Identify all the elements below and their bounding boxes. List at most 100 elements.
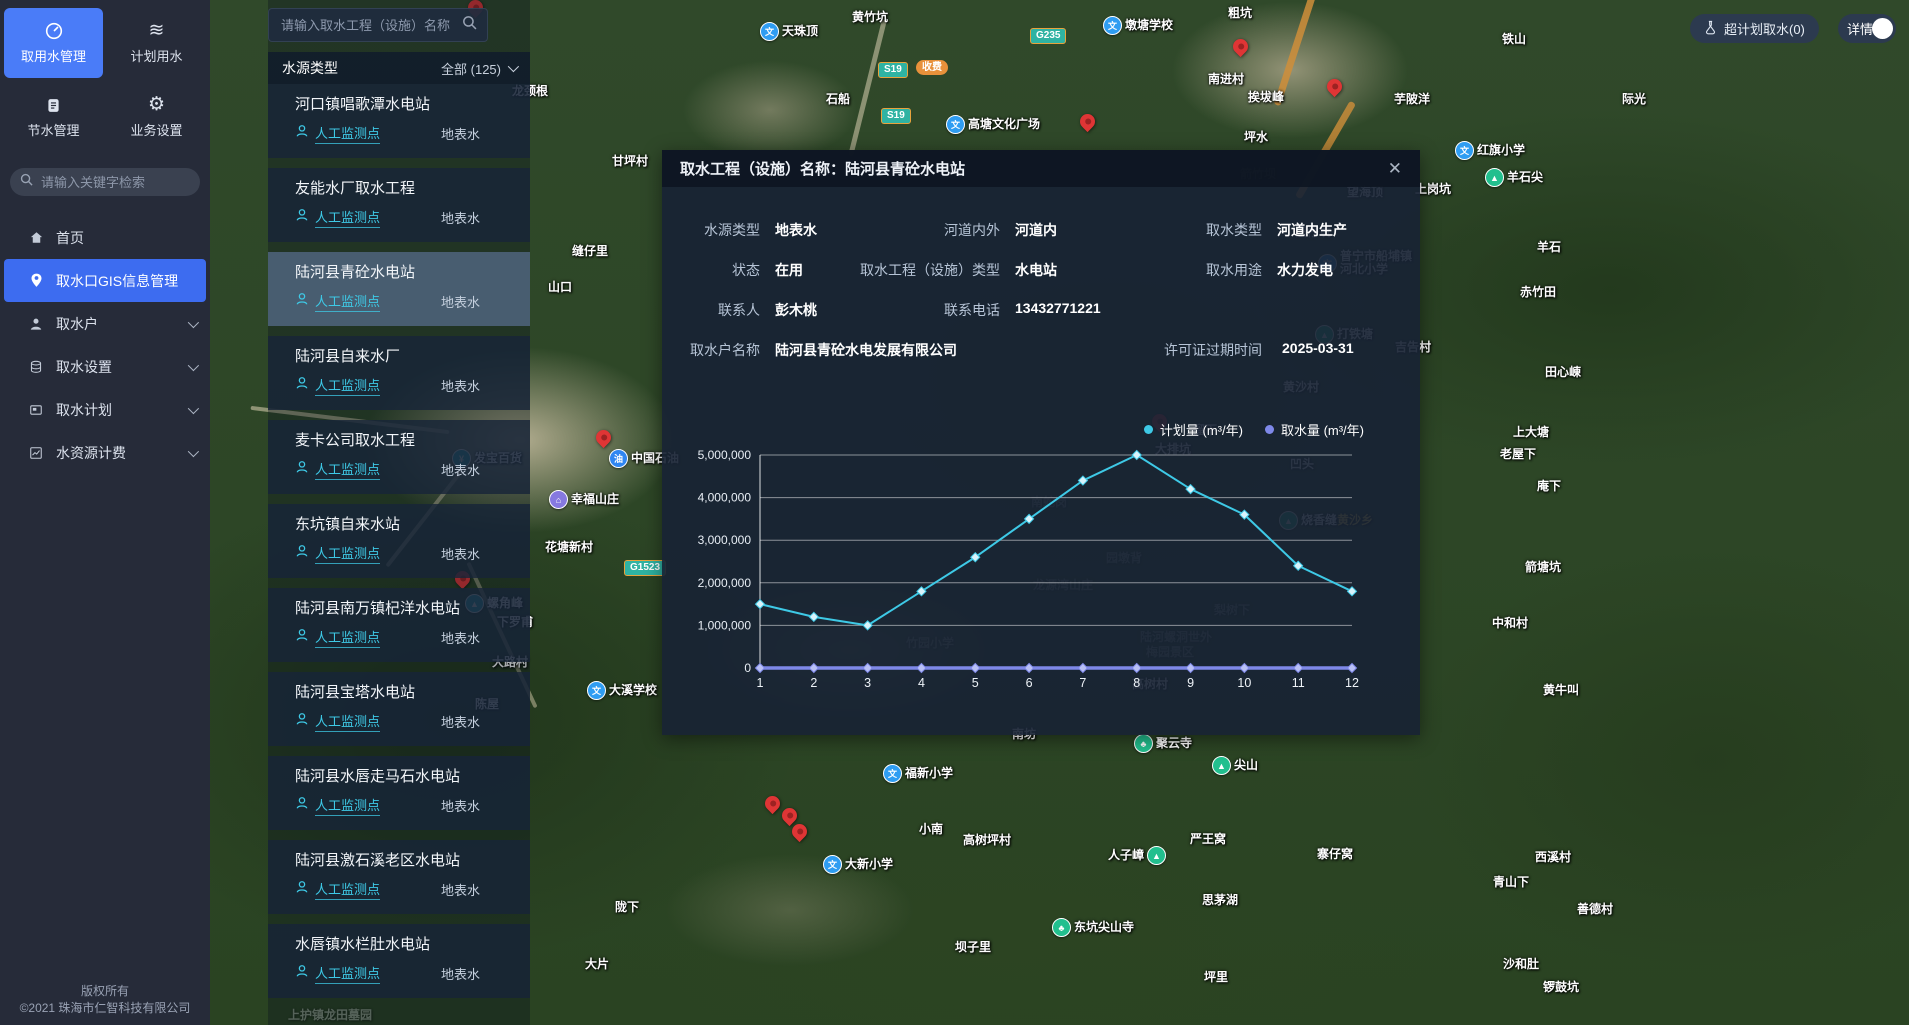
tile-business-settings[interactable]: ⚙ 业务设置 [107,82,206,152]
map-place-label: 小南 [919,820,943,837]
person-icon [295,712,309,731]
road-badge: G1523 [624,560,666,576]
list-item[interactable]: 陆河县宝塔水电站人工监测点地表水 [268,672,530,746]
filter-select[interactable]: 全部 (125) [441,59,516,78]
list-item[interactable]: 麦卡公司取水工程人工监测点地表水 [268,420,530,494]
sidebar-search [10,168,200,196]
svg-text:7: 7 [1079,676,1086,690]
map-place-label: 山口 [548,278,572,295]
sidebar-item-intake-settings[interactable]: 取水设置 [0,345,210,388]
station-name: 陆河县水唇走马石水电站 [295,768,516,786]
resort-icon: ⌂ [549,490,568,509]
monitor-point-link[interactable]: 人工监测点 [315,879,380,900]
school-icon: 文 [1103,16,1122,35]
monitor-point-link[interactable]: 人工监测点 [315,963,380,984]
red-pin-marker[interactable] [762,793,783,814]
monitor-point-link[interactable]: 人工监测点 [315,123,380,144]
red-pin-marker[interactable] [1077,111,1098,132]
svg-text:9: 9 [1187,676,1194,690]
monitor-point-link[interactable]: 人工监测点 [315,375,380,396]
school-marker[interactable]: 文红旗小学 [1455,141,1525,160]
station-name: 东坑镇自来水站 [295,516,516,534]
tile-label: 取用水管理 [21,46,86,65]
red-pin-marker[interactable] [1230,36,1251,57]
detail-toggle[interactable]: 详情 [1838,14,1896,43]
marker-label: 聚云寺 [1156,737,1192,750]
chevron-down-icon [188,445,199,456]
monitor-point-link[interactable]: 人工监测点 [315,627,380,648]
search-icon[interactable] [462,15,477,35]
station-name: 河口镇唱歌潭水电站 [295,96,516,114]
temple-marker[interactable]: ♣东坑尖山寺 [1052,918,1134,937]
monitor-point-link[interactable]: 人工监测点 [315,207,380,228]
list-item[interactable]: 友能水厂取水工程人工监测点地表水 [268,168,530,242]
sidebar-item-water-users[interactable]: 取水户 [0,302,210,345]
over-plan-intake-button[interactable]: 超计划取水(0) [1690,14,1819,43]
svg-text:4,000,000: 4,000,000 [698,491,752,505]
sidebar-search-input[interactable] [39,174,190,191]
water-source-type: 地表水 [441,628,516,647]
svg-text:4: 4 [918,676,925,690]
peak-marker[interactable]: ▲羊石尖 [1485,168,1543,187]
list-item[interactable]: 陆河县水唇走马石水电站人工监测点地表水 [268,756,530,830]
over-plan-label: 超计划取水(0) [1724,19,1805,38]
map-place-label: 坝子里 [955,938,991,955]
monitor-point-link[interactable]: 人工监测点 [315,711,380,732]
peak-marker[interactable]: 人子嶂▲ [1108,846,1166,865]
app-root: 黄竹坑龙颈根石船甘坪村缝仔里山口粗坑铁山南进村挨坺峰芋陂洋际光坪水箭竹坝望海顶上… [0,0,1909,1025]
sidebar-item-water-billing[interactable]: 水资源计费 [0,431,210,474]
school-marker[interactable]: 文大新小学 [823,855,893,874]
map-place-label: 坪里 [1204,968,1228,985]
station-name: 陆河县青砼水电站 [295,264,516,282]
map-place-label: 善德村 [1577,900,1613,917]
red-pin-marker[interactable] [593,427,614,448]
person-icon [295,376,309,395]
station-search-input[interactable] [279,17,456,34]
school-marker[interactable]: 文天珠顶 [760,22,818,41]
monitor-point-link[interactable]: 人工监测点 [315,291,380,312]
monitor-point-link[interactable]: 人工监测点 [315,543,380,564]
marker-label: 墩塘学校 [1125,19,1173,32]
map-place-label: 中和村 [1492,614,1528,631]
fuel-icon: 油 [609,449,628,468]
map-place-label: 老屋下 [1500,445,1536,462]
temple-marker[interactable]: ♣聚云寺 [1134,734,1192,753]
list-item[interactable]: 河口镇唱歌潭水电站人工监测点地表水 [268,84,530,158]
toggle-knob[interactable] [1872,18,1893,39]
tile-water-intake-mgmt[interactable]: 取用水管理 [4,8,103,78]
peak-icon: ▲ [1147,846,1166,865]
red-pin-marker[interactable] [1324,76,1345,97]
map-place-label: 高树坪村 [963,831,1011,848]
sidebar-item-intake-plan[interactable]: 取水计划 [0,388,210,431]
school-marker[interactable]: 文高塘文化广场 [946,115,1040,134]
person-icon [295,208,309,227]
station-name: 友能水厂取水工程 [295,180,516,198]
tile-planned-water[interactable]: ≋ 计划用水 [107,8,206,78]
school-marker[interactable]: 文大溪学校 [587,681,657,700]
resort-marker[interactable]: ⌂幸福山庄 [549,490,619,509]
tile-water-saving[interactable]: 节水管理 [4,82,103,152]
list-item[interactable]: 东坑镇自来水站人工监测点地表水 [268,504,530,578]
list-item[interactable]: 陆河县激石溪老区水电站人工监测点地表水 [268,840,530,914]
map-place-label: 上岗坑 [1415,180,1451,197]
school-marker[interactable]: 文福新小学 [883,764,953,783]
sidebar-item-gis-info[interactable]: 取水口GIS信息管理 [4,259,206,302]
list-item[interactable]: 陆河县青砼水电站人工监测点地表水 [268,252,530,326]
list-item[interactable]: 陆河县南万镇杞洋水电站人工监测点地表水 [268,588,530,662]
monitor-point-link[interactable]: 人工监测点 [315,795,380,816]
monitor-point-link[interactable]: 人工监测点 [315,459,380,480]
list-item[interactable]: 水唇镇水栏肚水电站人工监测点地表水 [268,924,530,998]
svg-text:12: 12 [1345,676,1359,690]
map-place-label: 缝仔里 [572,242,608,259]
list-item[interactable]: 陆河县自来水厂人工监测点地表水 [268,336,530,410]
peak-marker[interactable]: ▲尖山 [1212,756,1258,775]
person-icon [295,964,309,983]
toll-badge: 收费 [916,60,948,75]
red-pin-marker[interactable] [789,821,810,842]
marker-label: 幸福山庄 [571,493,619,506]
copyright-line2: ©2021 珠海市仁智科技有限公司 [0,1000,210,1017]
school-marker[interactable]: 文墩塘学校 [1103,16,1173,35]
sidebar-item-home[interactable]: 首页 [0,216,210,259]
map-place-label: 思茅湖 [1202,891,1238,908]
filter-label: 水源类型 [282,58,338,78]
